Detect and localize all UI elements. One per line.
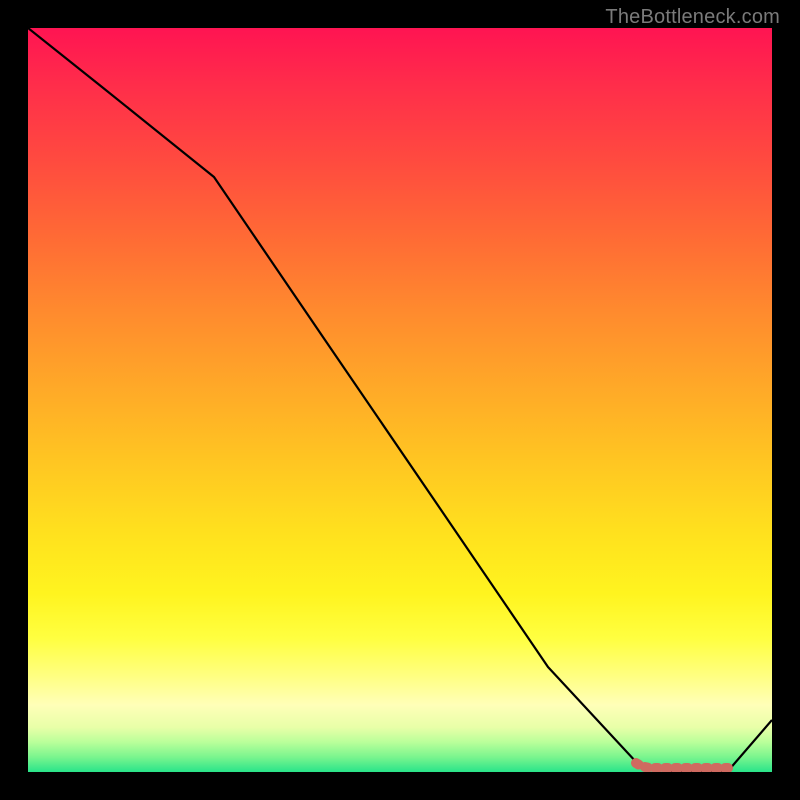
plot-area bbox=[28, 28, 772, 772]
watermark-text: TheBottleneck.com bbox=[605, 6, 780, 29]
chart-frame: TheBottleneck.com bbox=[0, 0, 800, 800]
chart-svg bbox=[28, 28, 772, 772]
highlight-segment bbox=[636, 763, 728, 768]
main-curve bbox=[28, 28, 772, 771]
